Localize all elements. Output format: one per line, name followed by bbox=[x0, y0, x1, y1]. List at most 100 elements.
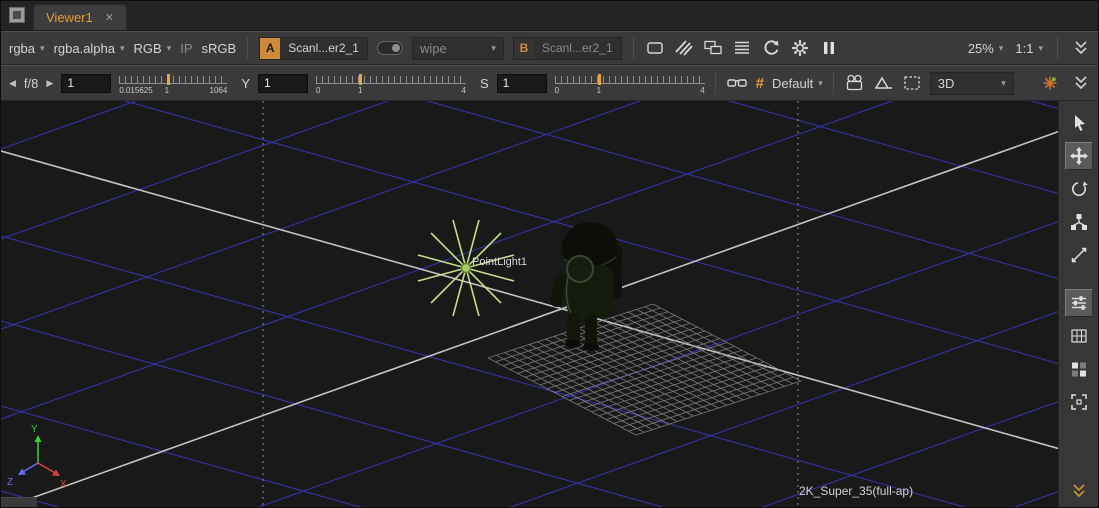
quad-view-button[interactable] bbox=[1065, 355, 1093, 383]
viewer-main: PointLight1 bbox=[1, 101, 1098, 507]
input-a-value: Scanl...er2_1 bbox=[280, 41, 367, 55]
zoom-level: 25% bbox=[968, 41, 994, 56]
grid-icon[interactable]: # bbox=[756, 75, 764, 92]
prev-icon[interactable]: ◀ bbox=[9, 78, 16, 89]
rotate-tool-button[interactable] bbox=[1065, 175, 1093, 203]
gain-field[interactable]: 1 bbox=[61, 74, 111, 93]
saturation-field[interactable]: 1 bbox=[497, 74, 547, 93]
pane-corner[interactable] bbox=[1, 497, 37, 507]
tick-label: 0 bbox=[555, 86, 559, 95]
lut-label: Default bbox=[772, 76, 813, 91]
gamma-label: Y bbox=[241, 76, 250, 91]
lut-dropdown[interactable]: Default ▾ bbox=[772, 76, 823, 91]
caret-down-icon: ▾ bbox=[999, 43, 1004, 54]
zoom-dropdown[interactable]: 25% ▾ bbox=[968, 41, 1004, 56]
slider-marker[interactable] bbox=[167, 74, 170, 85]
close-icon[interactable]: ✕ bbox=[105, 11, 114, 24]
chevron-double-down-icon[interactable] bbox=[1065, 477, 1093, 505]
tab-title: Viewer1 bbox=[46, 10, 93, 25]
channel-display-dropdown[interactable]: RGB ▾ bbox=[134, 41, 172, 56]
pane-menu-icon[interactable] bbox=[9, 7, 25, 23]
input-b-selector[interactable]: B Scanl...er2_1 bbox=[513, 37, 622, 60]
axis-z-label: Z bbox=[7, 477, 13, 488]
translate-tool-button[interactable] bbox=[1065, 142, 1093, 170]
separator bbox=[833, 72, 834, 94]
caret-down-icon: ▾ bbox=[167, 43, 172, 54]
slider-ticks bbox=[555, 76, 705, 84]
tick-label: 0.015625 bbox=[119, 86, 152, 95]
refresh-icon[interactable] bbox=[761, 38, 781, 58]
gear-icon[interactable] bbox=[790, 38, 810, 58]
saturation-slider[interactable]: 0 1 4 bbox=[555, 72, 705, 98]
caret-down-icon: ▾ bbox=[40, 43, 45, 54]
fstop-label[interactable]: f/8 bbox=[24, 76, 38, 91]
alpha-dropdown[interactable]: rgba.alpha ▾ bbox=[54, 41, 125, 56]
tick-label: 1 bbox=[358, 86, 362, 95]
gamma-slider[interactable]: 0 1 4 bbox=[316, 72, 466, 98]
tick-label: 1064 bbox=[210, 86, 228, 95]
pause-icon[interactable] bbox=[819, 38, 839, 58]
wipe-dropdown[interactable]: wipe ▾ bbox=[412, 37, 504, 60]
caret-down-icon: ▾ bbox=[120, 43, 125, 54]
pointer-tool-button[interactable] bbox=[1065, 109, 1093, 137]
caret-down-icon: ▾ bbox=[818, 78, 823, 89]
overlay-rect-icon[interactable] bbox=[645, 38, 665, 58]
wipe-toggle[interactable] bbox=[377, 41, 403, 55]
separator bbox=[1057, 37, 1058, 59]
chevron-double-down-icon[interactable] bbox=[1072, 74, 1090, 92]
point-light[interactable] bbox=[418, 220, 514, 316]
menu-lines-icon[interactable] bbox=[732, 38, 752, 58]
grid-frame-button[interactable] bbox=[1065, 322, 1093, 350]
stripes-icon[interactable] bbox=[674, 38, 694, 58]
input-process-button[interactable]: IP bbox=[180, 41, 192, 56]
tab-viewer1[interactable]: Viewer1 ✕ bbox=[33, 4, 127, 30]
viewer-toolbar-controls: ◀ f/8 ▶ 1 0.015625 1 1064 Y 1 0 1 4 S 1 … bbox=[1, 65, 1098, 101]
next-icon[interactable]: ▶ bbox=[46, 78, 53, 89]
viewport-3d[interactable]: PointLight1 bbox=[1, 101, 1060, 508]
viewport-canvas[interactable]: PointLight1 bbox=[1, 101, 1060, 508]
slider-ticks bbox=[316, 76, 466, 84]
view-mode-dropdown[interactable]: 3D ▾ bbox=[930, 72, 1014, 95]
view-mode-label: 3D bbox=[938, 76, 955, 91]
scale-arrows-tool-button[interactable] bbox=[1065, 241, 1093, 269]
input-b-value: Scanl...er2_1 bbox=[534, 41, 621, 55]
stereo-glasses-icon[interactable] bbox=[726, 73, 748, 93]
hierarchy-tool-button[interactable] bbox=[1065, 208, 1093, 236]
gamma-field[interactable]: 1 bbox=[258, 74, 308, 93]
alpha-label: rgba.alpha bbox=[54, 41, 115, 56]
slider-marker[interactable] bbox=[598, 74, 601, 85]
caret-down-icon: ▾ bbox=[1001, 78, 1006, 89]
format-label: 2K_Super_35(full-ap) bbox=[799, 484, 913, 498]
proxy-ratio-dropdown[interactable]: 1:1 ▾ bbox=[1015, 41, 1043, 56]
frame-corners-button[interactable] bbox=[1065, 388, 1093, 416]
axis-x-label: X bbox=[60, 479, 67, 490]
camera-icon[interactable] bbox=[844, 73, 866, 93]
caret-down-icon: ▾ bbox=[491, 43, 496, 54]
controls-right-group bbox=[1040, 73, 1090, 93]
chevron-double-down-icon[interactable] bbox=[1072, 39, 1090, 57]
tab-bar: Viewer1 ✕ bbox=[1, 1, 1098, 31]
wave-icon[interactable] bbox=[874, 73, 894, 93]
character-model[interactable] bbox=[550, 222, 622, 351]
caret-down-icon: ▾ bbox=[1038, 43, 1043, 54]
channel-display-label: RGB bbox=[134, 41, 162, 56]
marquee-icon[interactable] bbox=[902, 73, 922, 93]
sliders-panel-button[interactable] bbox=[1065, 289, 1093, 317]
gain-slider[interactable]: 0.015625 1 1064 bbox=[119, 72, 227, 98]
input-a-badge: A bbox=[260, 38, 280, 59]
proxy-ratio: 1:1 bbox=[1015, 41, 1033, 56]
tick-label: 0 bbox=[316, 86, 320, 95]
tick-label: 1 bbox=[165, 86, 169, 95]
viewer-colorspace-button[interactable]: sRGB bbox=[202, 41, 237, 56]
slider-marker[interactable] bbox=[359, 74, 362, 85]
input-b-badge: B bbox=[514, 38, 534, 59]
input-a-selector[interactable]: A Scanl...er2_1 bbox=[259, 37, 368, 60]
color-sampler-icon[interactable] bbox=[1040, 73, 1060, 93]
dual-monitor-icon[interactable] bbox=[703, 38, 723, 58]
layer-label: rgba bbox=[9, 41, 35, 56]
tick-label: 4 bbox=[462, 86, 466, 95]
tick-label: 1 bbox=[597, 86, 601, 95]
separator bbox=[633, 37, 634, 59]
saturation-label: S bbox=[480, 76, 489, 91]
layer-dropdown[interactable]: rgba ▾ bbox=[9, 41, 45, 56]
